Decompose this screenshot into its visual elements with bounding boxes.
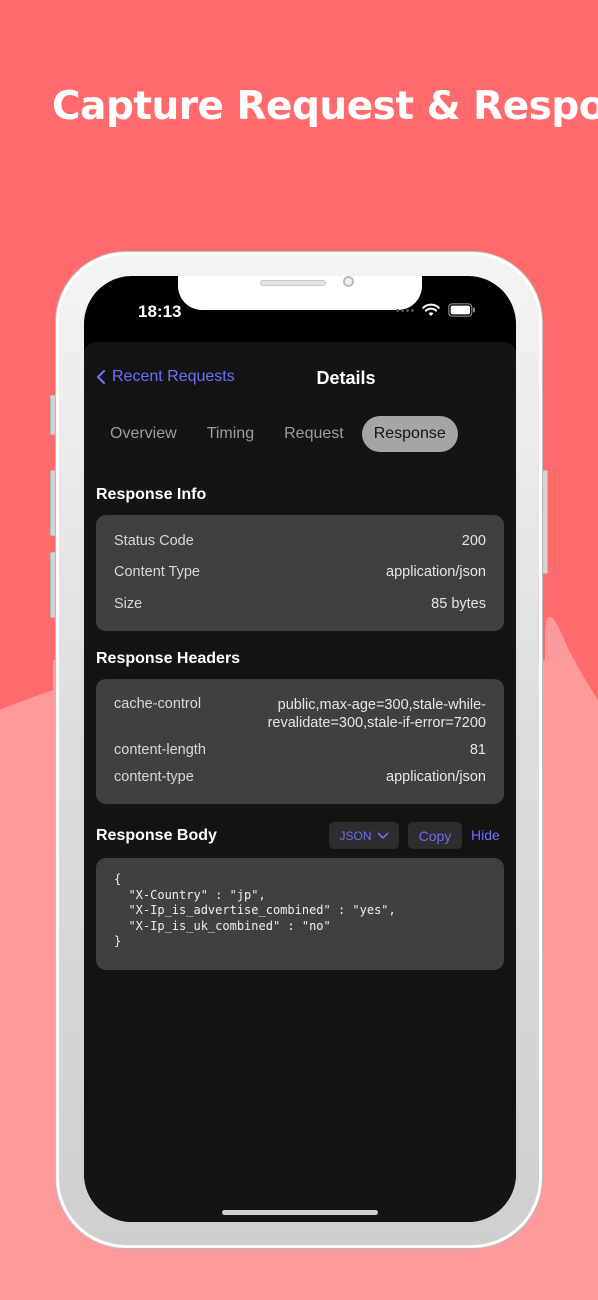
tab-response[interactable]: Response	[361, 416, 458, 452]
response-info-title: Response Info	[96, 486, 207, 503]
info-row-content-type: Content Type application/json	[114, 564, 486, 580]
info-row-size: Size 85 bytes	[114, 596, 486, 612]
info-key: Status Code	[114, 533, 194, 549]
header-row-cache-control: cache-control public,max-age=300,stale-w…	[114, 696, 486, 732]
volume-down-button	[50, 552, 56, 618]
headline: Capture Request & Response	[52, 84, 598, 129]
status-time: 18:13	[138, 302, 182, 321]
copy-button[interactable]: Copy	[408, 822, 462, 849]
headline-container: Capture Request & Response	[0, 0, 598, 200]
chevron-left-icon	[96, 369, 106, 385]
header-value: application/json	[386, 769, 486, 785]
response-headers-title: Response Headers	[96, 650, 241, 667]
header-value-line: revalidate=300,stale-if-error=7200	[267, 715, 486, 731]
tab-overview[interactable]: Overview	[98, 416, 189, 452]
tab-request[interactable]: Request	[272, 416, 356, 452]
header-key: content-type	[114, 769, 194, 785]
header-key: content-length	[114, 742, 206, 758]
back-button-label: Recent Requests	[112, 368, 235, 385]
info-key: Content Type	[114, 564, 200, 580]
segmented-tabs: Overview Timing Request Response	[98, 416, 464, 452]
header-key: cache-control	[114, 696, 202, 712]
info-value: application/json	[386, 564, 486, 580]
info-value: 200	[461, 533, 486, 549]
header-value: 81	[469, 742, 486, 758]
info-key: Size	[114, 596, 143, 612]
page-title: Details	[316, 368, 376, 388]
power-button	[542, 470, 548, 574]
camera	[343, 276, 354, 287]
home-indicator[interactable]	[222, 1210, 378, 1215]
format-select[interactable]: JSON	[329, 822, 399, 849]
response-body-code: { "X-Country" : "jp", "X-Ip_is_advertise…	[114, 872, 396, 948]
response-info-card: Status Code 200 Content Type application…	[96, 515, 504, 631]
chevron-down-icon	[377, 832, 388, 839]
format-select-label: JSON	[339, 828, 372, 843]
info-row-status-code: Status Code 200	[114, 533, 486, 549]
battery-icon	[448, 303, 475, 317]
wifi-icon	[422, 303, 440, 316]
response-body-card: { "X-Country" : "jp", "X-Ip_is_advertise…	[96, 858, 504, 970]
header-row-content-length: content-length 81	[114, 742, 486, 758]
phone-screen: 18:13 Recent Requests Details Overview T…	[84, 276, 516, 1222]
tab-timing[interactable]: Timing	[195, 416, 266, 452]
response-headers-card: cache-control public,max-age=300,stale-w…	[96, 679, 504, 804]
notch	[178, 276, 422, 310]
header-value-line: public,max-age=300,stale-while-	[277, 697, 486, 713]
speaker	[260, 280, 326, 286]
status-icons	[396, 303, 476, 317]
header-row-content-type: content-type application/json	[114, 769, 486, 785]
back-button[interactable]: Recent Requests	[96, 368, 235, 386]
volume-up-button	[50, 470, 56, 536]
signal-dots-icon	[396, 308, 414, 312]
mute-switch	[50, 395, 56, 435]
response-body-title: Response Body	[96, 827, 217, 844]
info-value: 85 bytes	[431, 596, 486, 612]
hide-button[interactable]: Hide	[471, 827, 500, 843]
header-value: public,max-age=300,stale-while- revalida…	[268, 696, 486, 732]
